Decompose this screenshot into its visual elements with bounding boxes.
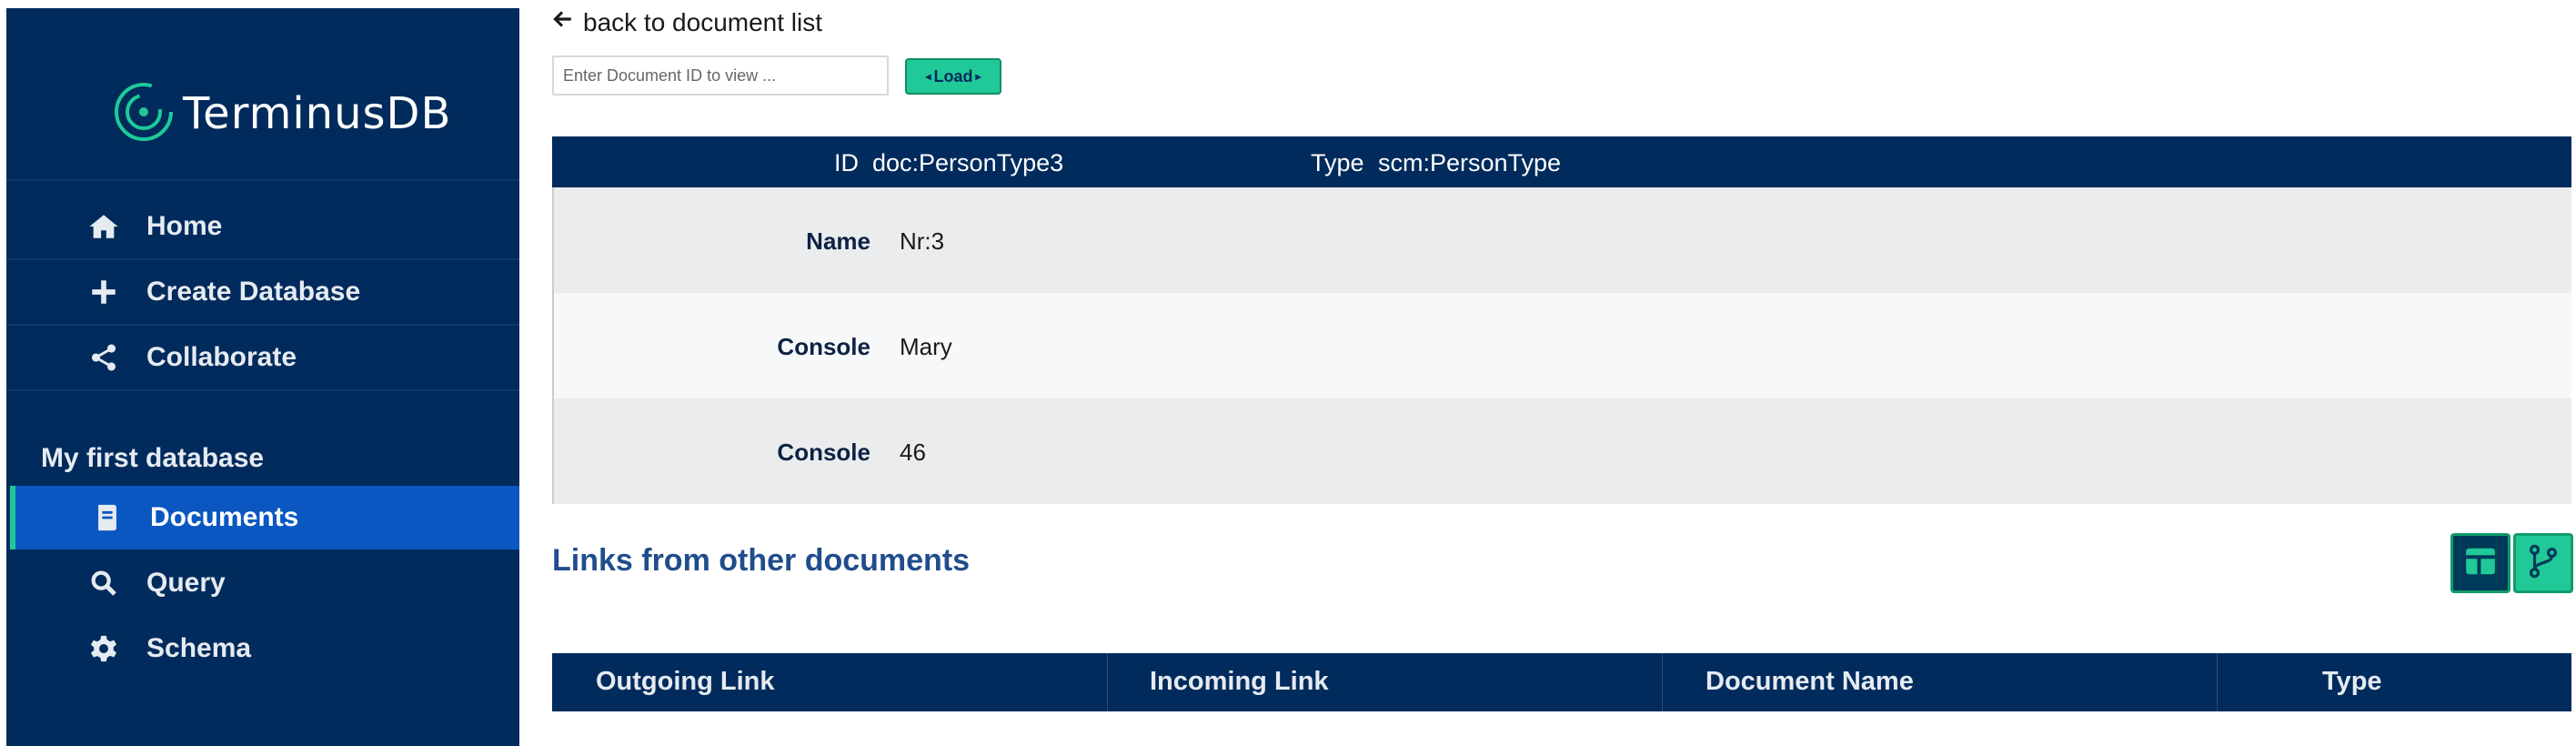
sidebar-item-label: Collaborate bbox=[146, 342, 297, 372]
sidebar-item-home[interactable]: Home bbox=[6, 195, 519, 258]
load-button[interactable]: ◂ Load ▸ bbox=[905, 58, 1001, 95]
sidebar-item-documents[interactable]: Documents bbox=[10, 486, 519, 549]
document-field-row: Console 46 bbox=[552, 398, 2571, 504]
search-icon bbox=[85, 564, 123, 602]
sidebar-item-label: Home bbox=[146, 211, 223, 241]
id-label: ID bbox=[834, 149, 859, 176]
graph-view-button[interactable] bbox=[2513, 533, 2573, 593]
column-header-document-name[interactable]: Document Name bbox=[1706, 667, 1914, 697]
share-icon bbox=[85, 338, 123, 377]
type-value: scm:PersonType bbox=[1378, 149, 1562, 176]
gear-icon bbox=[85, 630, 123, 668]
logo-text: TerminusDB bbox=[183, 88, 452, 139]
field-value: Nr:3 bbox=[900, 227, 945, 255]
sidebar: TerminusDB Home Create Database Collabor… bbox=[6, 8, 519, 746]
sidebar-item-label: Schema bbox=[146, 633, 252, 663]
app: TerminusDB Home Create Database Collabor… bbox=[0, 0, 2576, 746]
logo[interactable]: TerminusDB bbox=[112, 79, 451, 148]
field-label: Console bbox=[777, 439, 870, 466]
field-label: Console bbox=[777, 333, 870, 360]
column-header-incoming-link[interactable]: Incoming Link bbox=[1150, 667, 1329, 697]
column-header-type[interactable]: Type bbox=[2322, 667, 2382, 697]
links-table-header: Outgoing Link Incoming Link Document Nam… bbox=[552, 653, 2571, 711]
database-heading: My first database bbox=[41, 443, 265, 473]
divider bbox=[6, 179, 519, 181]
column-divider bbox=[2217, 653, 2218, 711]
plus-icon bbox=[85, 273, 123, 311]
back-to-document-list-link[interactable]: back to document list bbox=[550, 7, 822, 37]
back-link-label: back to document list bbox=[583, 7, 823, 36]
sidebar-item-collaborate[interactable]: Collaborate bbox=[6, 326, 519, 389]
document-field-row: Console Mary bbox=[552, 293, 2571, 398]
document-header: ID doc:PersonType3 Type scm:PersonType bbox=[552, 136, 2571, 187]
terminusdb-logo-icon bbox=[112, 80, 176, 148]
document-field-row: Name Nr:3 bbox=[552, 187, 2571, 293]
home-icon bbox=[85, 207, 123, 246]
table-view-button[interactable] bbox=[2450, 533, 2511, 593]
sidebar-item-query[interactable]: Query bbox=[6, 551, 519, 615]
sidebar-item-label: Query bbox=[146, 568, 226, 598]
sidebar-item-schema[interactable]: Schema bbox=[6, 617, 519, 680]
divider bbox=[6, 389, 519, 391]
column-header-outgoing-link[interactable]: Outgoing Link bbox=[596, 667, 775, 697]
column-divider bbox=[1662, 653, 1663, 711]
column-divider bbox=[1107, 653, 1108, 711]
id-value: doc:PersonType3 bbox=[872, 149, 1064, 176]
chevron-left-icon: ◂ bbox=[925, 70, 931, 83]
field-value: 46 bbox=[900, 439, 926, 466]
sidebar-item-create-database[interactable]: Create Database bbox=[6, 260, 519, 324]
table-view-icon bbox=[2463, 544, 2498, 583]
arrow-left-icon bbox=[550, 7, 583, 37]
document-id-input[interactable] bbox=[552, 55, 889, 96]
field-label: Name bbox=[806, 227, 870, 255]
sidebar-item-label: Create Database bbox=[146, 277, 361, 307]
links-section-title: Links from other documents bbox=[552, 543, 971, 578]
chevron-right-icon: ▸ bbox=[975, 70, 981, 83]
document-icon bbox=[88, 499, 126, 537]
load-button-label: Load bbox=[933, 66, 973, 86]
sidebar-item-label: Documents bbox=[150, 502, 299, 532]
type-label: Type bbox=[1311, 149, 1364, 176]
graph-view-icon bbox=[2526, 544, 2561, 583]
field-value: Mary bbox=[900, 333, 952, 360]
